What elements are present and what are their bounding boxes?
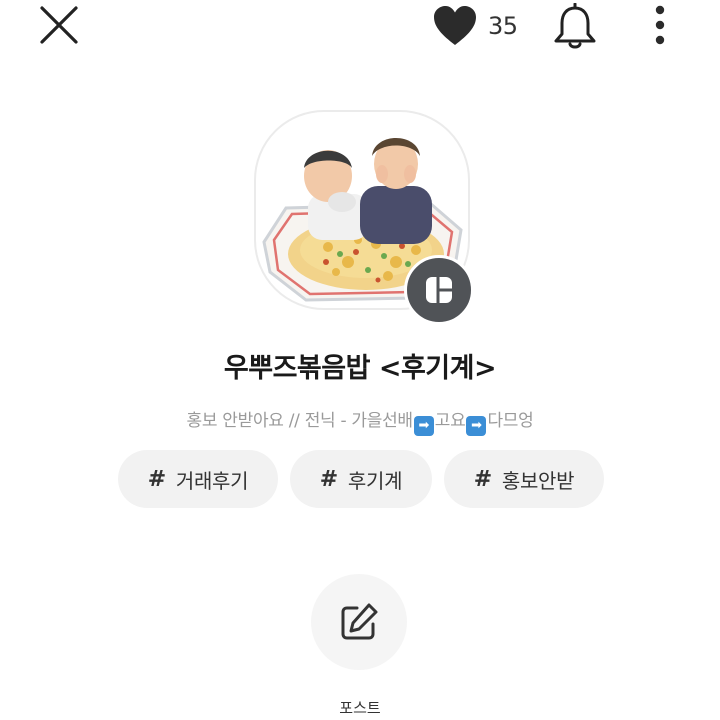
channel-badge-button[interactable] bbox=[404, 255, 474, 325]
tag-chip-no-promo[interactable]: # 홍보안받 bbox=[444, 450, 604, 508]
more-vertical-icon bbox=[655, 5, 665, 45]
arrow-right-icon: ➡ bbox=[413, 416, 434, 436]
channel-title: 우뿌즈볶음밥 <후기계> bbox=[223, 353, 497, 384]
like-count: 35 bbox=[488, 12, 518, 40]
like-button[interactable]: 35 bbox=[432, 4, 518, 48]
bell-icon bbox=[554, 2, 596, 49]
description-text: 홍보 안받아요 // 전닉 - 가을선배 bbox=[186, 411, 413, 431]
notification-button[interactable] bbox=[550, 2, 600, 51]
close-icon bbox=[40, 6, 78, 44]
close-button[interactable] bbox=[36, 4, 84, 48]
tag-label: 후기계 bbox=[347, 468, 403, 493]
arrow-right-icon: ➡ bbox=[466, 416, 487, 436]
tag-chip-trade-review[interactable]: # 거래후기 bbox=[118, 450, 278, 508]
profile-image-area bbox=[254, 110, 474, 325]
tag-label: 홍보안받 bbox=[501, 468, 575, 493]
more-options-button[interactable] bbox=[646, 2, 674, 48]
heart-icon bbox=[434, 6, 476, 45]
layout-icon bbox=[426, 277, 452, 303]
edit-icon bbox=[341, 603, 378, 640]
post-button[interactable] bbox=[311, 574, 407, 670]
hash-icon: # bbox=[147, 466, 166, 492]
hash-icon: # bbox=[473, 466, 492, 492]
description-text: 다므엉 bbox=[487, 411, 534, 431]
hash-icon: # bbox=[319, 466, 338, 492]
top-bar: 35 bbox=[0, 0, 720, 60]
post-label: 포스트 bbox=[339, 699, 381, 717]
tag-chip-review-account[interactable]: # 후기계 bbox=[290, 450, 432, 508]
tag-label: 거래후기 bbox=[175, 468, 249, 493]
description-text: 고요 bbox=[434, 411, 466, 431]
channel-description: 홍보 안받아요 // 전닉 - 가을선배 ➡ 고요 ➡ 다므엉 bbox=[0, 406, 720, 436]
